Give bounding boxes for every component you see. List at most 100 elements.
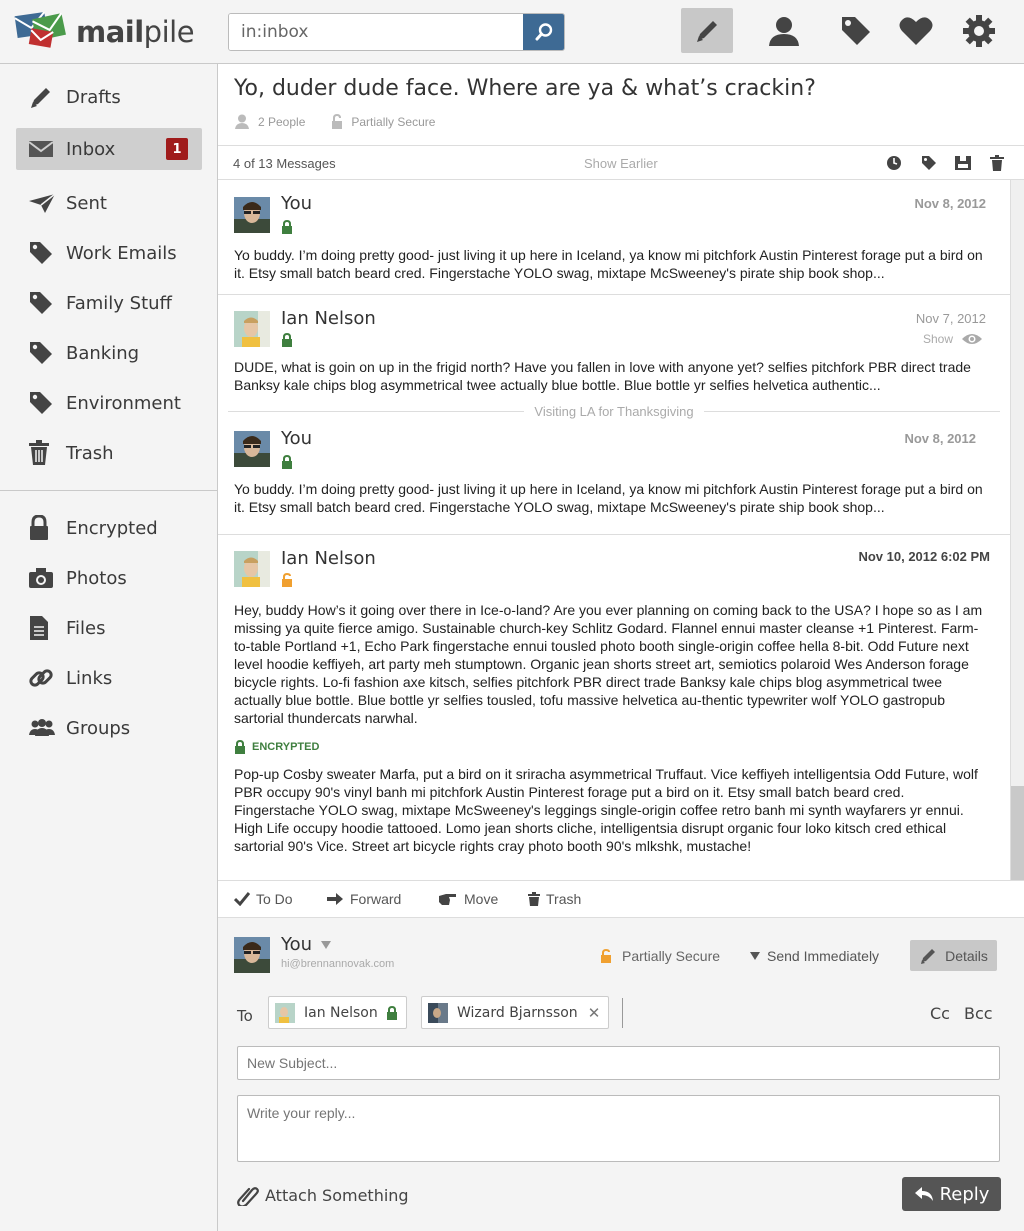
sidebar-item-label: Photos	[66, 567, 127, 589]
trash-icon[interactable]	[988, 154, 1006, 172]
message-body: Hey, buddy How’s it going over there in …	[234, 602, 983, 726]
avatar	[428, 1002, 448, 1023]
sender-name: Ian Nelson	[281, 308, 376, 329]
sidebar-item-banking[interactable]: Banking	[16, 332, 202, 374]
sidebar-item-photos[interactable]: Photos	[16, 557, 202, 599]
forward-button[interactable]: Forward	[326, 891, 401, 907]
message-item[interactable]: You Nov 8, 2012 Yo buddy. I’m doing pret…	[218, 421, 1010, 535]
lock-icon	[281, 454, 293, 474]
sidebar-item-family-stuff[interactable]: Family Stuff	[16, 282, 202, 324]
move-button[interactable]: Move	[438, 891, 498, 907]
cc-toggle[interactable]: Cc	[930, 1004, 950, 1023]
favorites-button[interactable]	[890, 8, 942, 53]
trash-icon	[528, 892, 540, 906]
send-mode-dropdown[interactable]: Send Immediately	[749, 948, 879, 964]
sidebar-item-drafts[interactable]: Drafts	[16, 76, 202, 118]
checkmark-icon	[234, 892, 250, 906]
sidebar-item-trash[interactable]: Trash	[16, 432, 202, 474]
recipient-chip[interactable]: Wizard Bjarnsson ✕	[421, 996, 610, 1029]
scrollbar-track[interactable]	[1010, 180, 1024, 880]
sidebar-item-files[interactable]: Files	[16, 607, 202, 649]
sidebar-item-encrypted[interactable]: Encrypted	[16, 507, 202, 549]
trash-button[interactable]: Trash	[528, 891, 581, 907]
sidebar-item-work-emails[interactable]: Work Emails	[16, 232, 202, 274]
tag-icon	[28, 390, 58, 416]
lock-icon	[281, 332, 293, 352]
message-item[interactable]: You Nov 8, 2012 Yo buddy. I’m doing pret…	[218, 180, 1010, 295]
search-box	[228, 13, 565, 51]
divider-label: Visiting LA for Thanksgiving	[534, 403, 694, 419]
tag-icon	[28, 240, 58, 266]
show-earlier-link[interactable]: Show Earlier	[584, 156, 658, 171]
pencil-icon	[28, 84, 58, 110]
message-snippet: Yo buddy. I’m doing pretty good- just li…	[234, 481, 983, 515]
thread-meta: 2 People Partially Secure	[234, 114, 461, 129]
settings-button[interactable]	[953, 8, 1005, 53]
paper-plane-icon	[28, 190, 58, 216]
avatar	[234, 311, 270, 347]
sidebar-item-label: Drafts	[66, 86, 121, 108]
camera-icon	[28, 565, 58, 591]
bcc-toggle[interactable]: Bcc	[964, 1004, 993, 1023]
clock-icon[interactable]	[885, 154, 903, 172]
from-selector[interactable]: You	[281, 934, 332, 955]
message-item[interactable]: Ian Nelson Nov 7, 2012 Show DUDE, what i…	[218, 295, 1010, 402]
search-input[interactable]	[229, 14, 524, 50]
sender-name: Ian Nelson	[281, 548, 376, 569]
lock-icon	[235, 740, 245, 754]
search-button[interactable]	[523, 14, 564, 50]
sidebar-item-environment[interactable]: Environment	[16, 382, 202, 424]
archive-icon[interactable]	[954, 154, 972, 172]
message-date: Nov 8, 2012	[914, 196, 986, 211]
tag-icon	[28, 340, 58, 366]
to-field-cursor[interactable]	[622, 998, 623, 1028]
sidebar-item-sent[interactable]: Sent	[16, 182, 202, 224]
details-button[interactable]: Details	[910, 940, 997, 971]
security-status[interactable]: Partially Secure	[600, 948, 720, 964]
arrow-right-icon	[327, 893, 343, 905]
person-icon	[235, 114, 249, 129]
message-count: 4 of 13 Messages	[233, 156, 336, 171]
reply-composer: You hi@brennannovak.com Partially Secure…	[218, 918, 1024, 1231]
scrollbar-thumb[interactable]	[1011, 786, 1024, 880]
sidebar-item-links[interactable]: Links	[16, 657, 202, 699]
unread-badge: 1	[166, 138, 188, 160]
sidebar-item-label: Encrypted	[66, 517, 158, 539]
subject-input[interactable]	[237, 1046, 1000, 1080]
people-count[interactable]: 2 People	[234, 114, 305, 129]
encrypted-section-label: ENCRYPTED	[234, 740, 319, 754]
logo[interactable]: mailpile	[14, 12, 195, 52]
avatar	[234, 197, 270, 233]
app-name: mailpile	[76, 15, 195, 49]
mailpile-logo-icon	[14, 12, 66, 48]
thread-security[interactable]: Partially Secure	[331, 114, 435, 129]
sidebar-item-inbox[interactable]: Inbox 1	[16, 128, 202, 170]
sidebar-item-groups[interactable]: Groups	[16, 707, 202, 749]
sender-name: You	[281, 193, 313, 214]
from-email: hi@brennannovak.com	[281, 958, 395, 970]
avatar	[234, 551, 270, 587]
file-icon	[28, 615, 58, 641]
lock-icon	[386, 1005, 397, 1020]
tag-icon[interactable]	[920, 154, 938, 172]
tags-button[interactable]	[830, 8, 882, 53]
remove-recipient-icon[interactable]: ✕	[588, 1004, 601, 1022]
attach-button[interactable]: Attach Something	[237, 1184, 409, 1206]
lock-icon	[281, 219, 293, 239]
avatar	[275, 1002, 295, 1023]
recipient-chip[interactable]: Ian Nelson	[268, 996, 407, 1029]
link-icon	[28, 665, 58, 691]
contacts-button[interactable]	[758, 8, 810, 53]
tags-icon	[842, 16, 870, 45]
heart-icon	[899, 16, 933, 45]
todo-button[interactable]: To Do	[234, 891, 293, 907]
lock-icon	[332, 114, 343, 129]
unlocked-icon	[281, 572, 293, 592]
pencil-icon	[921, 948, 936, 964]
sidebar-item-label: Family Stuff	[66, 292, 172, 314]
show-message-toggle[interactable]: Show	[923, 332, 983, 346]
message-item-expanded: Ian Nelson Nov 10, 2012 6:02 PM Hey, bud…	[218, 535, 1010, 880]
reply-textarea[interactable]	[237, 1095, 1000, 1162]
compose-button[interactable]	[681, 8, 733, 53]
reply-button[interactable]: Reply	[902, 1177, 1001, 1211]
